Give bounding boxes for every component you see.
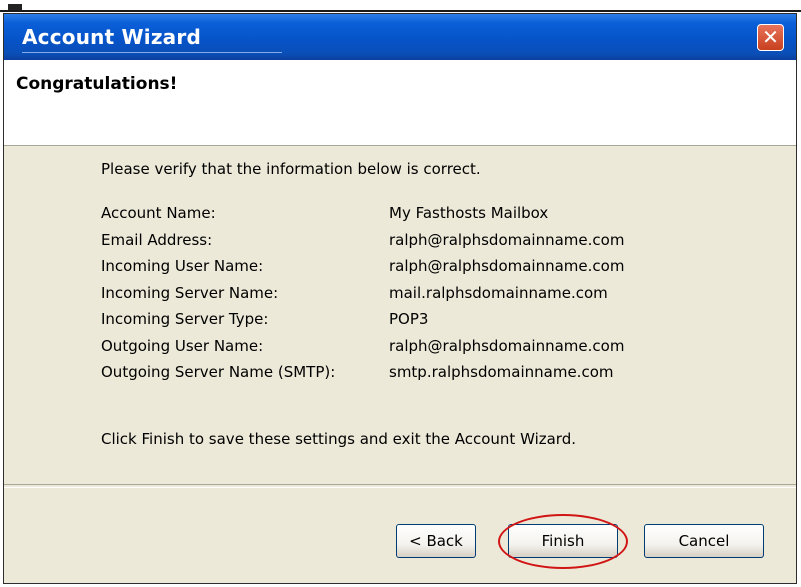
intro-text: Please verify that the information below… [101,160,481,178]
field-label: Email Address: [101,230,213,249]
field-value: ralph@ralphsdomainname.com [389,257,625,275]
top-edge-line [0,10,801,12]
field-label: Outgoing User Name: [101,336,264,355]
button-divider [4,484,796,488]
title-bar[interactable]: Account Wizard ✕ [4,14,796,60]
account-wizard-dialog: Account Wizard ✕ Congratulations! Please… [3,13,797,584]
field-value: smtp.ralphsdomainname.com [389,363,614,381]
field-label: Outgoing Server Name (SMTP): [101,363,336,381]
cancel-button[interactable]: Cancel [644,524,764,558]
field-value: ralph@ralphsdomainname.com [389,336,625,355]
finish-highlight-circle [498,514,628,569]
field-value: My Fasthosts Mailbox [389,204,549,222]
close-icon[interactable]: ✕ [757,24,784,51]
field-value: mail.ralphsdomainname.com [389,283,608,302]
wizard-content: Please verify that the information below… [4,146,796,451]
field-label: Incoming User Name: [101,257,264,275]
field-value: ralph@ralphsdomainname.com [389,230,625,249]
field-label: Account Name: [101,204,216,222]
field-value: POP3 [389,310,429,328]
wizard-header: Congratulations! [4,60,796,146]
back-button[interactable]: < Back [396,524,476,558]
outro-text: Click Finish to save these settings and … [101,430,576,448]
page-title: Congratulations! [16,74,178,94]
title-underline [22,52,282,53]
window-title: Account Wizard [22,25,201,49]
field-label: Incoming Server Type: [101,310,269,328]
field-label: Incoming Server Name: [101,283,279,302]
